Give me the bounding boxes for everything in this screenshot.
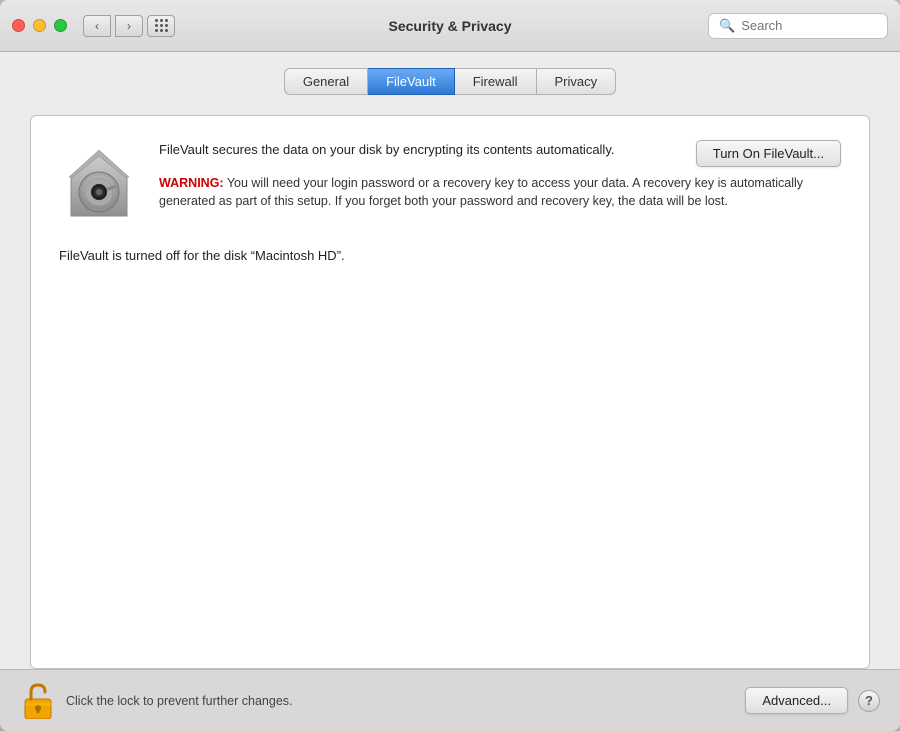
lock-area: Click the lock to prevent further change… bbox=[20, 683, 293, 719]
advanced-button[interactable]: Advanced... bbox=[745, 687, 848, 714]
tab-filevault[interactable]: FileVault bbox=[368, 68, 455, 95]
window-title: Security & Privacy bbox=[389, 18, 512, 34]
tab-general[interactable]: General bbox=[284, 68, 368, 95]
bottom-bar: Click the lock to prevent further change… bbox=[0, 669, 900, 731]
turn-on-filevault-button[interactable]: Turn On FileVault... bbox=[696, 140, 841, 167]
grid-view-button[interactable] bbox=[147, 15, 175, 37]
main-window: ‹ › Security & Privacy 🔍 General FileVau… bbox=[0, 0, 900, 731]
panel-warning: WARNING: You will need your login passwo… bbox=[159, 174, 841, 212]
maximize-button[interactable] bbox=[54, 19, 67, 32]
help-button[interactable]: ? bbox=[858, 690, 880, 712]
tab-privacy[interactable]: Privacy bbox=[537, 68, 617, 95]
titlebar: ‹ › Security & Privacy 🔍 bbox=[0, 0, 900, 52]
tab-firewall[interactable]: Firewall bbox=[455, 68, 537, 95]
search-input[interactable] bbox=[741, 18, 871, 33]
bottom-right: Advanced... ? bbox=[745, 687, 880, 714]
filevault-panel: FileVault secures the data on your disk … bbox=[30, 115, 870, 669]
close-button[interactable] bbox=[12, 19, 25, 32]
lock-svg bbox=[23, 683, 53, 719]
warning-label: WARNING: bbox=[159, 176, 224, 190]
forward-button[interactable]: › bbox=[115, 15, 143, 37]
tabs-bar: General FileVault Firewall Privacy bbox=[30, 68, 870, 95]
traffic-lights bbox=[12, 19, 67, 32]
back-button[interactable]: ‹ bbox=[83, 15, 111, 37]
lock-label: Click the lock to prevent further change… bbox=[66, 694, 293, 708]
search-icon: 🔍 bbox=[719, 18, 735, 34]
content-area: General FileVault Firewall Privacy bbox=[0, 52, 900, 669]
minimize-button[interactable] bbox=[33, 19, 46, 32]
search-bar[interactable]: 🔍 bbox=[708, 13, 888, 39]
nav-buttons: ‹ › bbox=[83, 15, 143, 37]
status-text: FileVault is turned off for the disk “Ma… bbox=[59, 248, 841, 263]
filevault-icon bbox=[63, 148, 135, 220]
lock-icon[interactable] bbox=[20, 683, 56, 719]
filevault-icon-area bbox=[59, 148, 139, 220]
warning-body: You will need your login password or a r… bbox=[159, 176, 803, 209]
